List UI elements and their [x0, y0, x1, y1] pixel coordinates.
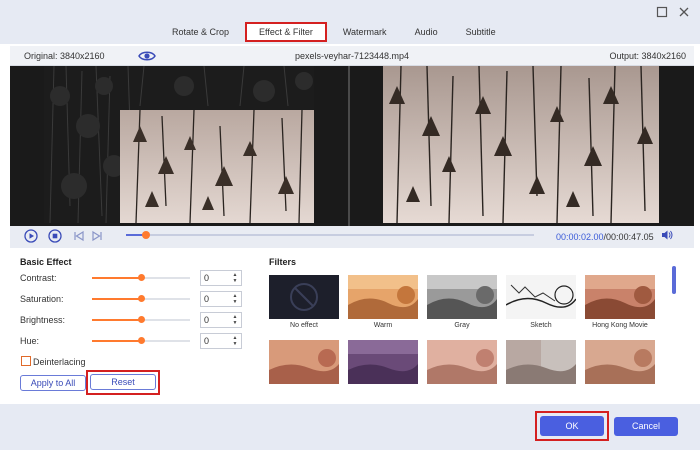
- reset-button[interactable]: Reset: [90, 374, 156, 390]
- saturation-slider[interactable]: [92, 295, 190, 302]
- filter-no-effect[interactable]: [269, 275, 339, 319]
- deinterlacing-checkbox[interactable]: [21, 356, 31, 366]
- saturation-down-icon[interactable]: ▼: [231, 299, 239, 305]
- saturation-slider-fill: [92, 298, 141, 300]
- close-icon[interactable]: [678, 6, 690, 18]
- apply-to-all-button[interactable]: Apply to All: [20, 375, 86, 391]
- cancel-button[interactable]: Cancel: [614, 417, 678, 436]
- saturation-stepper[interactable]: ▲▼: [200, 291, 242, 307]
- hue-down-icon[interactable]: ▼: [231, 341, 239, 347]
- tab-audio[interactable]: Audio: [403, 22, 450, 42]
- volume-icon[interactable]: [661, 229, 673, 241]
- filter-label-no-effect: No effect: [290, 322, 318, 329]
- contrast-slider[interactable]: [92, 274, 190, 281]
- eye-icon[interactable]: [138, 49, 156, 63]
- filters-scrollbar[interactable]: [672, 266, 676, 294]
- brightness-down-icon[interactable]: ▼: [231, 320, 239, 326]
- filter-hong-kong-movie[interactable]: [585, 275, 655, 319]
- filter-row2-4[interactable]: [506, 340, 576, 384]
- filter-row2-1[interactable]: [269, 340, 339, 384]
- basic-effect-title: Basic Effect: [20, 257, 72, 267]
- filter-label-sketch: Sketch: [530, 322, 552, 329]
- current-time: 00:00:02.00: [556, 232, 604, 242]
- tab-effect-filter[interactable]: Effect & Filter: [245, 22, 327, 42]
- filter-row2-5[interactable]: [585, 340, 655, 384]
- preview-divider: [348, 66, 350, 226]
- output-resolution: Output: 3840x2160: [609, 51, 686, 61]
- contrast-slider-handle[interactable]: [137, 274, 145, 281]
- tab-watermark[interactable]: Watermark: [331, 22, 399, 42]
- filter-sketch[interactable]: [506, 275, 576, 319]
- stop-icon[interactable]: [48, 229, 62, 243]
- brightness-stepper[interactable]: ▲▼: [200, 312, 242, 328]
- filters-title: Filters: [269, 257, 297, 267]
- maximize-icon[interactable]: [656, 6, 668, 18]
- brightness-slider-handle[interactable]: [137, 316, 145, 323]
- brightness-input[interactable]: [204, 314, 230, 326]
- filter-row2-3[interactable]: [427, 340, 497, 384]
- play-icon[interactable]: [24, 229, 38, 243]
- hue-input[interactable]: [204, 335, 230, 347]
- saturation-label: Saturation:: [20, 294, 64, 304]
- previous-frame-icon[interactable]: [72, 229, 86, 243]
- contrast-input[interactable]: [204, 272, 230, 284]
- saturation-slider-handle[interactable]: [137, 295, 145, 302]
- contrast-slider-fill: [92, 277, 141, 279]
- hue-slider[interactable]: [92, 337, 190, 344]
- original-preview: [44, 66, 314, 223]
- contrast-label: Contrast:: [20, 273, 57, 283]
- file-name: pexels-veyhar-7123448.mp4: [294, 51, 410, 61]
- filter-label-warm: Warm: [373, 322, 393, 329]
- time-display: 00:00:02.00/00:00:47.05: [556, 232, 654, 242]
- hue-label: Hue:: [20, 336, 40, 346]
- filter-warm[interactable]: [348, 275, 418, 319]
- filter-row2-2[interactable]: [348, 340, 418, 384]
- deinterlacing-label: Deinterlacing: [33, 357, 86, 367]
- contrast-stepper[interactable]: ▲▼: [200, 270, 242, 286]
- output-preview: [383, 66, 659, 223]
- brightness-slider[interactable]: [92, 316, 190, 323]
- tab-subtitle[interactable]: Subtitle: [454, 22, 508, 42]
- hue-slider-fill: [92, 340, 141, 342]
- brightness-label: Brightness:: [20, 315, 66, 325]
- filter-label-gray: Gray: [454, 322, 470, 329]
- filter-label-hong-kong-movie: Hong Kong Movie: [592, 322, 648, 329]
- hue-slider-handle[interactable]: [137, 337, 145, 344]
- ok-button[interactable]: OK: [540, 416, 604, 436]
- tab-bar: Rotate & Crop Effect & Filter Watermark …: [160, 22, 512, 44]
- next-frame-icon[interactable]: [90, 229, 104, 243]
- tab-rotate-crop[interactable]: Rotate & Crop: [160, 22, 241, 42]
- hue-stepper[interactable]: ▲▼: [200, 333, 242, 349]
- saturation-input[interactable]: [204, 293, 230, 305]
- timeline-slider[interactable]: [126, 231, 534, 239]
- total-time: /00:00:47.05: [603, 232, 654, 242]
- filter-gray[interactable]: [427, 275, 497, 319]
- brightness-slider-fill: [92, 319, 141, 321]
- original-resolution: Original: 3840x2160: [24, 51, 105, 61]
- contrast-down-icon[interactable]: ▼: [231, 278, 239, 284]
- info-bar: Original: 3840x2160 pexels-veyhar-712344…: [10, 46, 694, 66]
